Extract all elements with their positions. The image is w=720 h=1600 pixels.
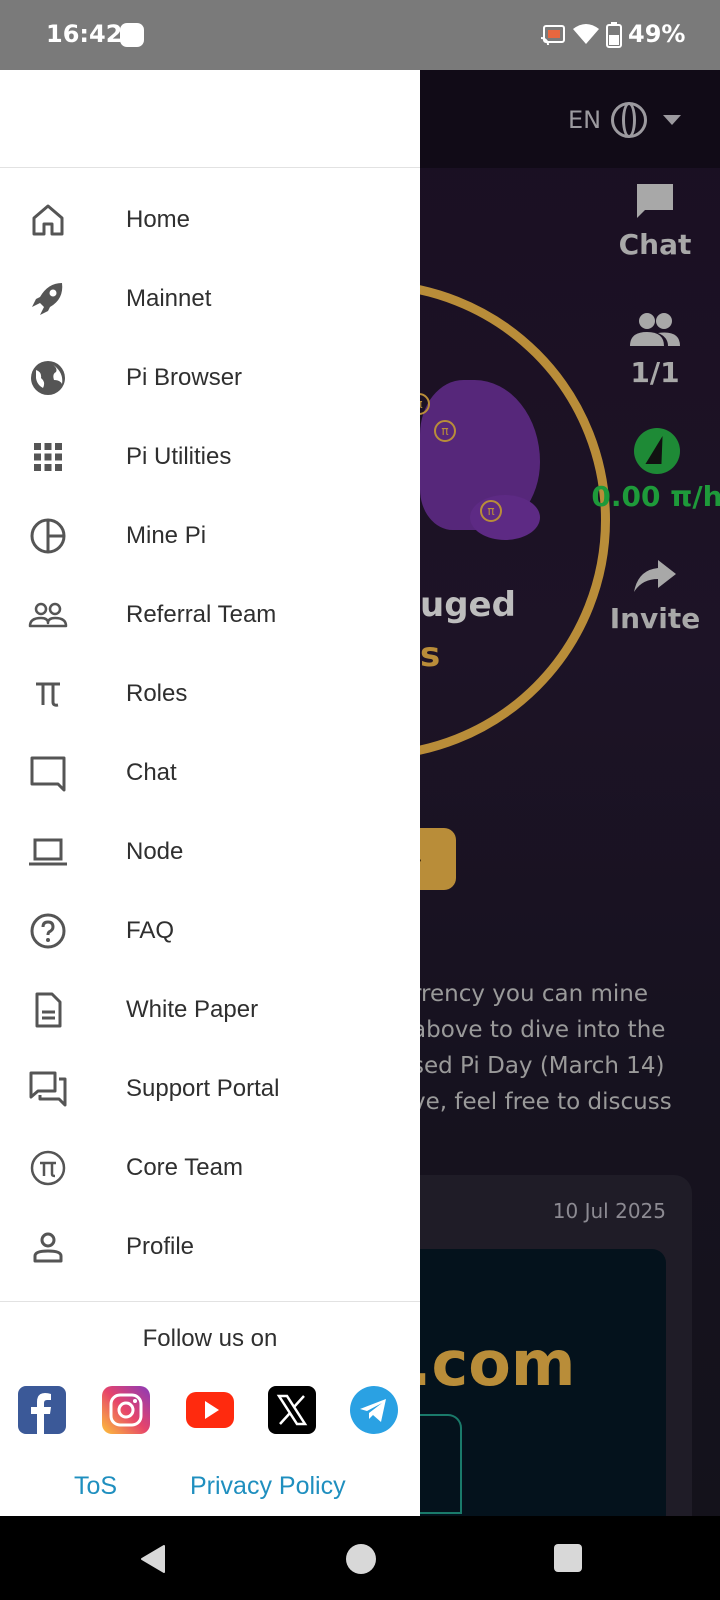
pi-symbol-icon <box>36 682 60 707</box>
menu-item-mainnet[interactable]: Mainnet <box>0 259 420 338</box>
menu-label: Support Portal <box>126 1074 280 1102</box>
globe-icon <box>611 102 648 138</box>
menu-label: Core Team <box>126 1153 243 1181</box>
youtube-icon[interactable] <box>186 1386 234 1434</box>
menu-label: White Paper <box>126 995 259 1023</box>
menu-item-node[interactable]: Node <box>0 812 420 891</box>
menu-label: Mine Pi <box>126 521 207 549</box>
news-image: .com <box>400 1249 666 1516</box>
telegram-icon[interactable] <box>350 1386 398 1434</box>
menu-item-pi-browser[interactable]: Pi Browser <box>0 338 420 417</box>
document-icon <box>35 992 62 1028</box>
battery-percent: 49% <box>628 20 686 48</box>
menu-item-chat[interactable]: Chat <box>0 733 420 812</box>
drawer-divider <box>0 1301 420 1302</box>
privacy-policy-link[interactable]: Privacy Policy <box>190 1472 346 1501</box>
chat-bubble-icon <box>30 756 66 792</box>
facebook-icon[interactable] <box>18 1386 66 1434</box>
tos-link[interactable]: ToS <box>74 1472 117 1501</box>
chat-button[interactable]: Chat <box>595 182 715 261</box>
menu-label: Pi Utilities <box>126 442 232 470</box>
team-button[interactable]: 1/1 <box>595 312 715 389</box>
pi-coin-icon <box>30 1150 66 1186</box>
chat-icon <box>637 184 673 218</box>
home-icon <box>32 204 64 236</box>
drawer-header <box>0 70 420 168</box>
globe-icon <box>31 361 65 395</box>
system-nav-bar <box>0 1516 720 1600</box>
menu-item-roles[interactable]: Roles <box>0 654 420 733</box>
people-icon <box>28 602 68 628</box>
home-button[interactable] <box>346 1544 376 1574</box>
menu-label: Roles <box>126 679 188 707</box>
follow-us-label: Follow us on <box>142 1325 278 1352</box>
invite-button[interactable]: Invite <box>595 558 715 635</box>
notification-icon <box>120 23 144 47</box>
cast-icon <box>540 25 565 46</box>
battery-icon <box>606 22 622 48</box>
ring-caption-accent: s <box>420 635 441 675</box>
navigation-drawer: Home Mainnet Pi Browser Pi Utilities Min… <box>0 70 420 1516</box>
menu-label: Home <box>126 205 191 233</box>
pie-chart-icon <box>30 518 66 554</box>
invite-label: Invite <box>609 602 701 635</box>
lightning-icon <box>634 428 680 474</box>
menu-item-faq[interactable]: FAQ <box>0 891 420 970</box>
menu-item-white-paper[interactable]: White Paper <box>0 970 420 1049</box>
menu-item-referral-team[interactable]: Referral Team <box>0 575 420 654</box>
chat-label: Chat <box>618 228 692 261</box>
team-count: 1/1 <box>630 356 680 389</box>
menu-item-home[interactable]: Home <box>0 180 420 259</box>
pi-coin-icon: π <box>480 500 502 522</box>
news-date: 10 Jul 2025 <box>552 1199 666 1223</box>
menu-label: Referral Team <box>126 600 277 628</box>
status-bar: 16:42 49% <box>0 0 720 70</box>
pi-coin-icon: π <box>434 420 456 442</box>
help-circle-icon <box>30 913 66 949</box>
ring-caption: uged <box>420 585 516 625</box>
news-card[interactable]: 10 Jul 2025 .com <box>400 1175 692 1516</box>
back-icon[interactable] <box>138 1544 168 1574</box>
person-icon <box>33 1232 63 1263</box>
instagram-icon[interactable] <box>102 1386 150 1434</box>
drawer-menu: Home Mainnet Pi Browser Pi Utilities Min… <box>0 168 420 1286</box>
social-links <box>18 1386 408 1436</box>
x-icon[interactable] <box>268 1386 316 1434</box>
menu-label: Pi Browser <box>126 363 243 391</box>
share-arrow-icon <box>634 560 676 592</box>
menu-item-core-team[interactable]: Core Team <box>0 1128 420 1207</box>
menu-item-pi-utilities[interactable]: Pi Utilities <box>0 417 420 496</box>
menu-item-profile[interactable]: Profile <box>0 1207 420 1286</box>
intro-paragraph: rrency you can mine above to dive into t… <box>412 981 672 1115</box>
wifi-icon <box>573 24 599 44</box>
news-image-text: .com <box>408 1327 576 1400</box>
apps-grid-icon <box>34 443 62 471</box>
menu-label: FAQ <box>126 916 175 944</box>
rocket-icon <box>32 283 63 315</box>
forum-icon <box>29 1071 67 1107</box>
menu-item-support-portal[interactable]: Support Portal <box>0 1049 420 1128</box>
world-map-graphic <box>470 495 540 540</box>
recents-button[interactable] <box>554 1544 582 1572</box>
menu-label: Profile <box>126 1232 195 1260</box>
people-icon <box>630 313 680 346</box>
language-selector[interactable]: EN <box>568 102 682 138</box>
clock: 16:42 <box>46 20 123 48</box>
mining-rate[interactable]: 0.00 π/h <box>582 428 720 513</box>
menu-label: Node <box>126 837 184 865</box>
menu-item-mine-pi[interactable]: Mine Pi <box>0 496 420 575</box>
menu-label: Mainnet <box>126 284 212 312</box>
laptop-icon <box>29 838 67 866</box>
mining-rate-value: 0.00 π/h <box>591 480 720 513</box>
language-code: EN <box>568 106 602 134</box>
chevron-down-icon <box>663 115 682 125</box>
menu-label: Chat <box>126 758 177 786</box>
